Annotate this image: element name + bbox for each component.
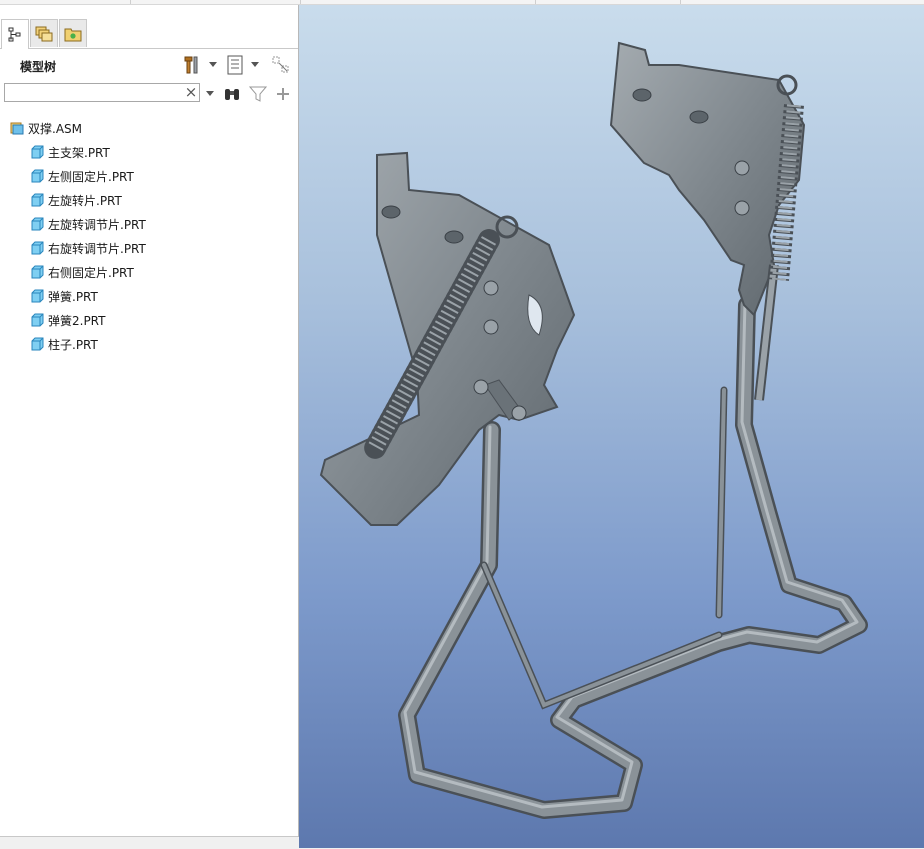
part-icon	[31, 169, 44, 183]
favorites-tab[interactable]	[59, 19, 87, 47]
graphics-viewport[interactable]	[299, 5, 924, 848]
add-icon	[277, 88, 289, 100]
part-icon	[31, 193, 44, 207]
search-options-caret[interactable]	[206, 91, 214, 96]
show-button[interactable]	[224, 53, 246, 77]
favorites-folder-icon	[64, 28, 82, 41]
part-icon	[31, 313, 44, 327]
panel-title: 模型树	[20, 60, 57, 74]
right-bracket-assembly	[609, 41, 806, 401]
filter-icon	[249, 86, 267, 102]
panel-tabs	[0, 18, 298, 49]
tree-item[interactable]: 柱子.PRT	[30, 334, 98, 354]
search-input[interactable]	[4, 83, 200, 102]
part-icon	[31, 241, 44, 255]
tree-icon	[8, 27, 21, 41]
tree-item[interactable]: 右侧固定片.PRT	[30, 262, 134, 282]
part-icon	[31, 265, 44, 279]
tree-item[interactable]: 左侧固定片.PRT	[30, 166, 134, 186]
part-icon	[31, 217, 44, 231]
tree-item[interactable]: 弹簧.PRT	[30, 286, 98, 306]
tree-item[interactable]: 左旋转调节片.PRT	[30, 214, 146, 234]
filter-button[interactable]	[247, 82, 269, 106]
model-tree-panel: 模型树 × 双撑.ASM 主支架.PRT 左侧固定片.PRT 左旋转片.PRT …	[0, 5, 299, 837]
part-icon	[31, 337, 44, 351]
settings-button[interactable]	[182, 53, 204, 77]
clear-search-button[interactable]: ×	[184, 83, 198, 102]
find-binoculars-icon	[225, 89, 239, 100]
add-button[interactable]	[272, 82, 294, 106]
find-button[interactable]	[221, 82, 243, 106]
tree-item[interactable]: 右旋转调节片.PRT	[30, 238, 146, 258]
part-icon	[31, 145, 44, 159]
model-tree-tab[interactable]	[1, 19, 29, 49]
settings-tools-icon	[184, 56, 198, 74]
layers-icon	[35, 26, 53, 41]
kickstand-3d-model[interactable]	[299, 5, 924, 848]
tree-root-assembly[interactable]: 双撑.ASM	[10, 118, 82, 138]
panel-status-strip	[0, 836, 298, 849]
tree-item[interactable]: 主支架.PRT	[30, 142, 110, 162]
layers-tab[interactable]	[30, 19, 58, 47]
left-bracket-assembly	[319, 151, 576, 526]
part-icon	[31, 289, 44, 303]
display-toggle-icon	[272, 56, 289, 73]
show-list-icon	[227, 55, 243, 75]
display-toggle-button[interactable]	[270, 53, 292, 77]
assembly-icon	[10, 122, 24, 135]
tree-item[interactable]: 左旋转片.PRT	[30, 190, 122, 210]
tree-item[interactable]: 弹簧2.PRT	[30, 310, 105, 330]
